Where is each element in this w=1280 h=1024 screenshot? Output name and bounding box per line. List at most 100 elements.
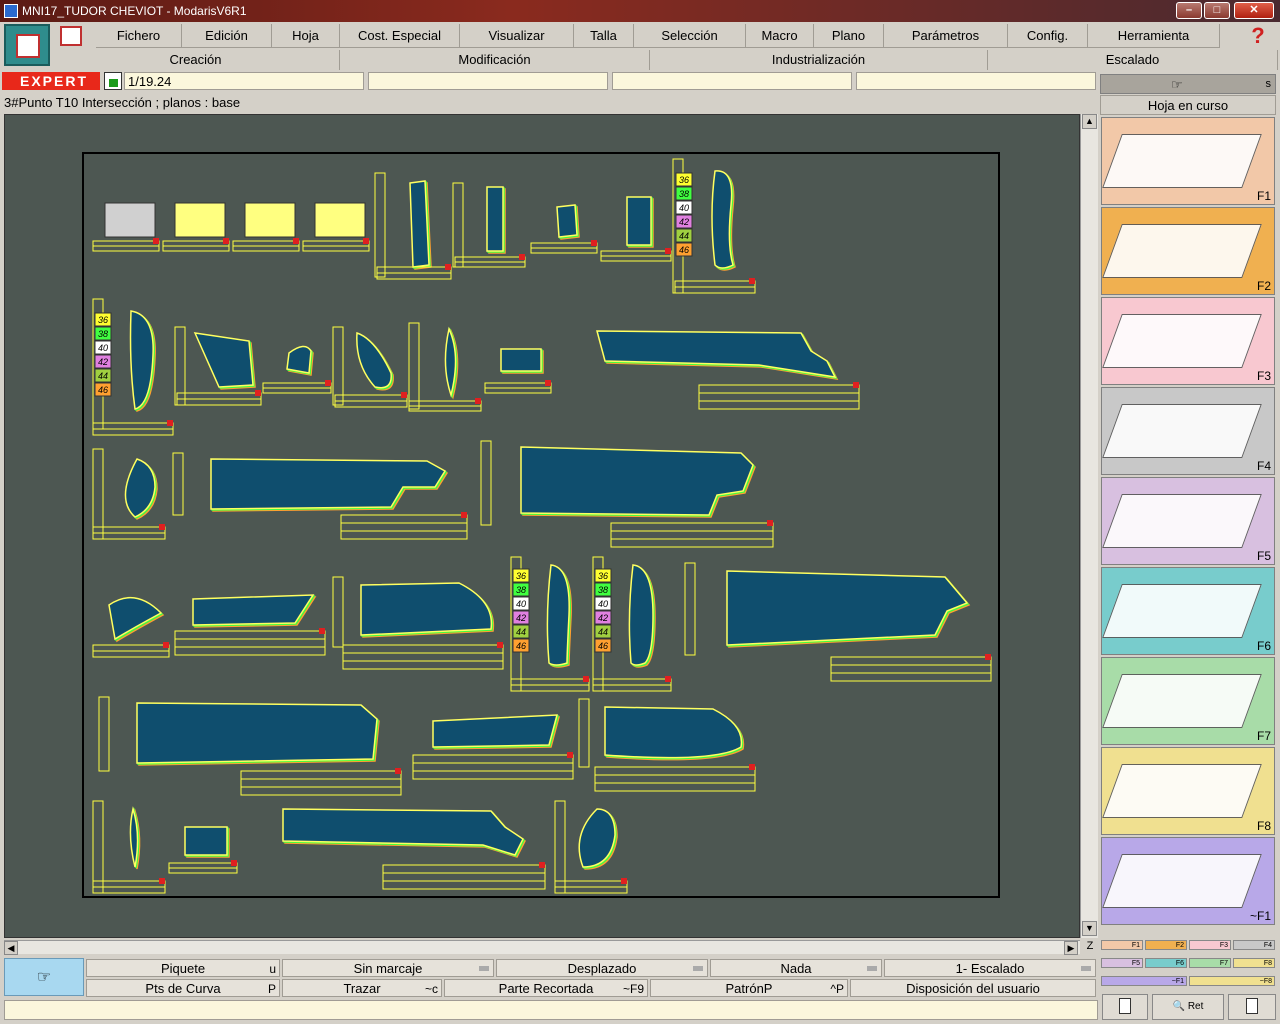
scroll-right-icon[interactable]: ▶ — [1064, 941, 1078, 955]
menu-talla[interactable]: Talla — [574, 24, 634, 48]
close-button[interactable]: ✕ — [1234, 2, 1274, 19]
dropdown-icon[interactable] — [867, 966, 877, 971]
piece-bar[interactable] — [554, 800, 566, 894]
piece-bar[interactable] — [92, 800, 104, 894]
piece-bar[interactable] — [332, 576, 344, 648]
fkey-6-button[interactable]: F6 — [1101, 567, 1275, 655]
menu-visualizar[interactable]: Visualizar — [460, 24, 574, 48]
piece-sleeve-1[interactable] — [711, 170, 734, 269]
menu-selecci-n[interactable]: Selección — [634, 24, 746, 48]
piece-table-17[interactable] — [174, 630, 326, 656]
piece-strip-3[interactable] — [192, 594, 315, 626]
option-patr-np[interactable]: PatrónP ^P — [650, 979, 848, 997]
option-trazar[interactable]: Trazar ~c — [282, 979, 442, 997]
piece-small-2[interactable] — [626, 196, 652, 246]
pointer-hand-icon[interactable]: ☞ — [4, 958, 84, 996]
thumbnail-4[interactable] — [314, 202, 366, 238]
mini-fkey-shift-f1[interactable]: ~F1 — [1101, 976, 1187, 986]
option-sin-marcaje[interactable]: Sin marcaje — [282, 959, 494, 977]
menu-cost--especial[interactable]: Cost. Especial — [340, 24, 460, 48]
thumbnail-3[interactable] — [244, 202, 296, 238]
piece-sleeve-2[interactable] — [546, 564, 570, 666]
piece-table-23[interactable] — [412, 754, 574, 780]
piece-front-1[interactable] — [596, 330, 837, 378]
mini-fkey-f7[interactable]: F7 — [1189, 958, 1231, 968]
menu-par-metros[interactable]: Parámetros — [884, 24, 1008, 48]
mini-fkey-f6[interactable]: F6 — [1145, 958, 1187, 968]
fkey-9-button[interactable]: ~F1 — [1101, 837, 1275, 925]
thumbnail-2[interactable] — [174, 202, 226, 238]
piece-small-3[interactable] — [286, 345, 312, 374]
option-pts-de-curva[interactable]: Pts de Curva P — [86, 979, 280, 997]
fkey-8-button[interactable]: F8 — [1101, 747, 1275, 835]
piece-bar[interactable] — [374, 172, 386, 278]
fkey-7-button[interactable]: F7 — [1101, 657, 1275, 745]
horizontal-scrollbar[interactable]: ◀ ▶ — [4, 940, 1080, 955]
piece-front-3[interactable] — [604, 706, 743, 759]
dropdown-icon[interactable] — [479, 966, 489, 971]
piece-side-1[interactable] — [520, 446, 754, 516]
piece-bar[interactable] — [408, 322, 420, 410]
piece-bar[interactable] — [92, 448, 104, 540]
piece-bar[interactable] — [684, 562, 696, 656]
mini-fkey-shift-f8[interactable]: ~F8 — [1189, 976, 1275, 986]
minimize-button[interactable]: – — [1176, 2, 1202, 19]
lock-icon[interactable] — [104, 72, 122, 90]
option-nada[interactable]: Nada — [710, 959, 882, 977]
fkey-3-button[interactable]: F3 — [1101, 297, 1275, 385]
piece-pocket-1[interactable] — [193, 332, 254, 388]
mini-fkey-f8[interactable]: F8 — [1233, 958, 1275, 968]
scale-field[interactable]: 1/19.24 — [124, 72, 364, 90]
menu-plano[interactable]: Plano — [814, 24, 884, 48]
fkey-1-button[interactable]: F1 — [1101, 117, 1275, 205]
menu-fichero[interactable]: Fichero — [96, 24, 182, 48]
piece-table-14[interactable] — [340, 514, 468, 540]
mini-fkey-f1[interactable]: F1 — [1101, 940, 1143, 950]
piece-front-2[interactable] — [360, 582, 493, 636]
option-piquete[interactable]: Piquete u — [86, 959, 280, 977]
piece-rect-1[interactable] — [500, 348, 542, 372]
nav-prev-button[interactable] — [1102, 994, 1148, 1020]
dropdown-icon[interactable] — [1081, 966, 1091, 971]
piece-back-2[interactable] — [726, 570, 969, 646]
mini-fkey-f5[interactable]: F5 — [1101, 958, 1143, 968]
option-1--escalado[interactable]: 1- Escalado — [884, 959, 1096, 977]
option-disposici-n-del-usuario[interactable]: Disposición del usuario — [850, 979, 1096, 997]
piece-bar[interactable] — [578, 698, 590, 768]
piece-bar[interactable] — [332, 326, 344, 406]
piece-strip-1[interactable] — [409, 180, 430, 268]
pattern-drawing[interactable]: 36 38 40 42 44 46 36 38 40 42 44 46 36 38 40 42 44 46 36 38… — [5, 115, 1081, 939]
piece-back-1[interactable] — [210, 458, 447, 510]
sheet-frame[interactable] — [82, 152, 1000, 898]
mini-fkey-f4[interactable]: F4 — [1233, 940, 1275, 950]
scroll-up-icon[interactable]: ▲ — [1082, 114, 1097, 129]
piece-table-12[interactable] — [698, 384, 860, 410]
menu-hoja[interactable]: Hoja — [272, 24, 340, 48]
command-input[interactable] — [4, 1000, 1098, 1020]
option-desplazado[interactable]: Desplazado — [496, 959, 708, 977]
fkey-4-button[interactable]: F4 — [1101, 387, 1275, 475]
piece-bar[interactable] — [172, 452, 184, 516]
piece-table-15[interactable] — [610, 522, 774, 548]
piece-bar[interactable] — [480, 440, 492, 526]
zoom-return-button[interactable]: 🔍 Ret — [1152, 994, 1224, 1020]
fkey-2-button[interactable]: F2 — [1101, 207, 1275, 295]
menu-edici-n[interactable]: Edición — [182, 24, 272, 48]
mini-fkey-f3[interactable]: F3 — [1189, 940, 1231, 950]
vertical-scrollbar[interactable]: ▲ ▼ — [1080, 114, 1098, 938]
lectra-icon[interactable] — [60, 26, 82, 46]
help-icon[interactable]: ? — [1246, 24, 1270, 48]
piece-table-24[interactable] — [594, 766, 756, 792]
submenu-modificaci-n[interactable]: Modificación — [340, 50, 650, 70]
piece-table-22[interactable] — [240, 770, 402, 796]
submenu-creaci-n[interactable]: Creación — [52, 50, 340, 70]
piece-strip-2[interactable] — [486, 186, 504, 252]
piece-table-18[interactable] — [342, 644, 504, 670]
dropdown-icon[interactable] — [693, 966, 703, 971]
nav-next-button[interactable] — [1228, 994, 1276, 1020]
thumbnail-1[interactable] — [104, 202, 156, 238]
piece-lining-1[interactable] — [136, 702, 378, 764]
piece-bar[interactable] — [452, 182, 464, 268]
submenu-industrializaci-n[interactable]: Industrialización — [650, 50, 988, 70]
mini-fkey-f2[interactable]: F2 — [1145, 940, 1187, 950]
